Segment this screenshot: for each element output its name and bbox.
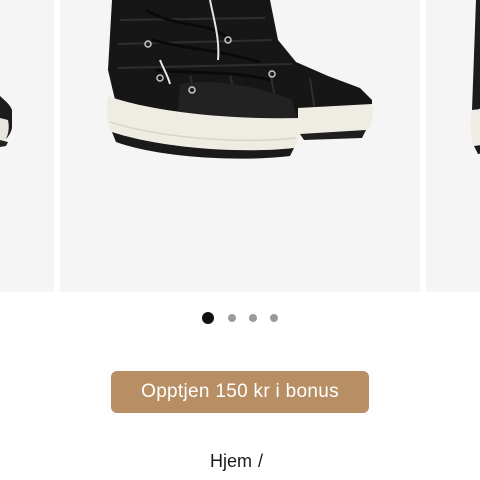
boot-image-partial-left [0, 60, 12, 147]
earn-bonus-button[interactable]: Opptjen 150 kr i bonus [111, 371, 369, 413]
breadcrumb-separator: / [258, 450, 264, 471]
pagination-dot-1-active[interactable] [202, 312, 214, 324]
main-product-image [60, 0, 420, 292]
product-image-carousel[interactable] [0, 0, 480, 292]
previous-product-image[interactable] [0, 0, 54, 292]
boot-image-partial-right [470, 0, 480, 154]
breadcrumb-home-link[interactable]: Hjem [210, 451, 252, 472]
carousel-pagination [0, 311, 480, 325]
black-winter-boot-image [106, 0, 373, 159]
breadcrumb: Hjem / [210, 450, 263, 472]
next-product-image[interactable] [426, 0, 480, 292]
pagination-dot-4[interactable] [270, 314, 278, 322]
pagination-dot-3[interactable] [249, 314, 257, 322]
pagination-dot-2[interactable] [228, 314, 236, 322]
